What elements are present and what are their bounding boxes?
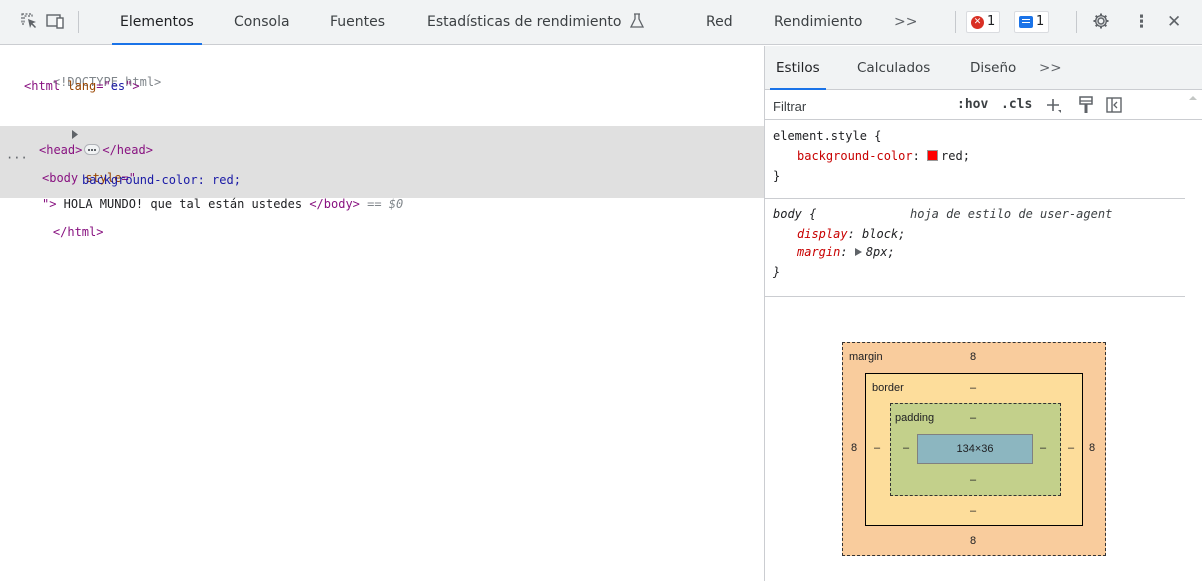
property-name: margin (797, 245, 841, 259)
margin-label: margin (849, 351, 883, 363)
border-right-value[interactable]: – (1068, 442, 1074, 454)
element-style-declaration[interactable]: background-color: red; (797, 147, 970, 165)
color-swatch-icon[interactable] (927, 150, 939, 161)
more-tabs-button[interactable]: >> (894, 0, 917, 45)
element-style-selector: element.style { (773, 129, 882, 143)
messages-badge[interactable]: 1 (1014, 11, 1050, 33)
device-toolbar-icon[interactable] (46, 12, 64, 30)
close-icon[interactable]: ✕ (1167, 0, 1181, 45)
html-lang-close: "> (125, 79, 140, 93)
margin-bottom-value[interactable]: 8 (970, 535, 976, 547)
user-agent-body-rule: body { hoja de estilo de user-agent disp… (765, 199, 1185, 297)
body-content-line[interactable]: "> HOLA MUNDO! que tal están ustedes </b… (0, 174, 764, 211)
toggle-sidebar-icon[interactable] (1106, 97, 1122, 117)
html-close-tag: </html> (52, 225, 104, 239)
ua-rule-close-brace: } (773, 265, 781, 279)
styles-filter-bar: :hov .cls (765, 90, 1202, 120)
html-close-line[interactable]: </html> (0, 202, 764, 239)
margin-right-value[interactable]: 8 (1089, 442, 1095, 454)
property-name: background-color (797, 149, 913, 163)
ua-rule-selector: body { (773, 207, 817, 221)
doctype-line[interactable]: <!DOCTYPE html> (0, 52, 764, 89)
settings-gear-icon[interactable] (1092, 12, 1110, 30)
tab-estadisticas-label: Estadísticas de rendimiento (427, 14, 622, 30)
body-open-line[interactable]: ··· <body style=" (0, 128, 764, 185)
toolbar-separator (955, 11, 956, 33)
body-style-value-line[interactable]: background-color: red; (0, 150, 764, 187)
devtools-toolbar: Elementos Consola Fuentes Estadísticas d… (0, 0, 1202, 45)
border-bottom-value[interactable]: – (970, 505, 976, 517)
property-value: red; (941, 149, 970, 163)
errors-count: 1 (987, 14, 996, 29)
toolbar-separator (78, 11, 79, 33)
styles-sidebar: Estilos Calculados Diseño >> :hov .cls e… (765, 46, 1202, 581)
ua-margin-declaration: margin: 8px; (797, 243, 895, 261)
property-name: display (797, 227, 848, 241)
tab-calculados[interactable]: Calculados (857, 46, 930, 90)
padding-bottom-value[interactable]: – (970, 474, 976, 486)
styles-filter-input[interactable] (773, 96, 938, 116)
tab-rendimiento[interactable]: Rendimiento (774, 0, 862, 45)
tab-estadisticas[interactable]: Estadísticas de rendimiento (427, 0, 644, 45)
padding-left-value[interactable]: – (903, 442, 909, 454)
property-value: block; (862, 227, 906, 241)
html-open-line[interactable]: <html lang="es"> (0, 76, 764, 96)
ua-stylesheet-source[interactable]: hoja de estilo de user-agent (910, 205, 1112, 223)
box-model-content[interactable]: 134×36 (917, 434, 1033, 464)
html-lang-eq: =" (96, 79, 111, 93)
html-lang-attr: lang (60, 79, 97, 93)
tab-estilos[interactable]: Estilos (770, 46, 826, 90)
html-lang-value: es (110, 79, 126, 93)
message-icon (1019, 16, 1033, 28)
error-icon: ✕ (971, 15, 984, 29)
hover-state-toggle[interactable]: :hov (957, 95, 988, 115)
sidebar-tabs: Estilos Calculados Diseño >> (765, 46, 1202, 90)
padding-top-value[interactable]: – (970, 412, 976, 424)
paint-brush-icon[interactable] (1078, 96, 1094, 118)
scroll-up-arrow-icon[interactable] (1188, 94, 1198, 104)
class-toggle[interactable]: .cls (1001, 95, 1032, 115)
property-value: 8px; (865, 245, 895, 259)
tab-diseno[interactable]: Diseño (970, 46, 1016, 90)
element-style-rule: element.style { background-color: red; } (765, 121, 1185, 199)
tab-fuentes[interactable]: Fuentes (330, 0, 385, 45)
border-top-value[interactable]: – (970, 382, 976, 394)
flask-icon (629, 2, 644, 47)
padding-right-value[interactable]: – (1040, 442, 1046, 454)
padding-label: padding (895, 412, 935, 424)
tab-elementos[interactable]: Elementos (112, 0, 202, 45)
margin-left-value[interactable]: 8 (851, 442, 857, 454)
expand-triangle-icon[interactable] (854, 243, 862, 261)
inspect-element-icon[interactable] (20, 12, 38, 30)
more-options-icon[interactable]: ⋮ (1133, 0, 1150, 45)
elements-dom-tree: <!DOCTYPE html> <html lang="es"> <head> <… (0, 46, 764, 581)
tab-consola[interactable]: Consola (234, 0, 290, 45)
errors-badge[interactable]: ✕ 1 (966, 11, 1001, 33)
border-label: border (872, 382, 904, 394)
head-node-line[interactable]: <head> </head> (0, 100, 764, 157)
ua-display-declaration: display: block; (797, 227, 906, 241)
tab-red[interactable]: Red (706, 0, 733, 45)
toolbar-separator (1076, 11, 1077, 33)
element-style-close-brace: } (773, 169, 781, 183)
html-open-tag: <html (24, 79, 61, 93)
new-style-rule-icon[interactable] (1045, 97, 1063, 119)
margin-top-value[interactable]: 8 (970, 351, 976, 363)
sidebar-more-tabs-button[interactable]: >> (1039, 46, 1062, 90)
messages-count: 1 (1036, 14, 1045, 29)
border-left-value[interactable]: – (874, 442, 880, 454)
